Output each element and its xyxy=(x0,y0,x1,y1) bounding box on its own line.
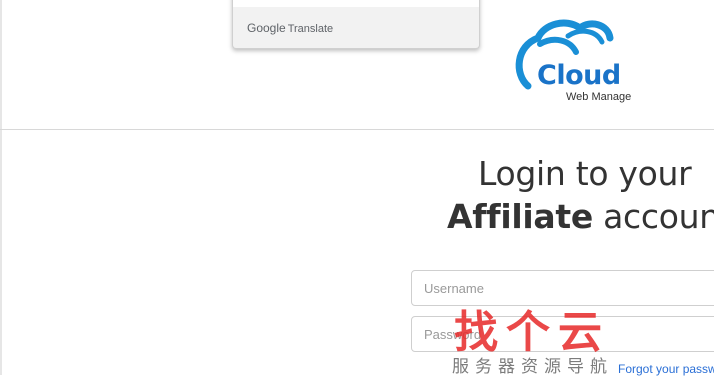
login-title-line1: Login to your xyxy=(478,154,692,193)
google-translate-popup: Google Translate xyxy=(232,0,480,49)
popup-top-band xyxy=(233,0,479,7)
forgot-password-link[interactable]: Forgot your password? xyxy=(618,362,714,376)
logo-subtitle: Web Manage xyxy=(566,91,632,103)
login-title-rest: account xyxy=(603,197,714,236)
logo-word: Cloud xyxy=(537,60,621,91)
header-divider xyxy=(0,129,714,130)
login-title-bold: Affiliate xyxy=(447,197,593,236)
watermark-sub-text: 服务器资源导航 xyxy=(452,357,613,377)
google-translate-brand[interactable]: Google Translate xyxy=(247,21,333,35)
login-title-line2: Affiliate account xyxy=(447,197,714,236)
watermark-main-text: 找个云 xyxy=(454,307,610,358)
page-left-edge xyxy=(0,0,2,375)
google-label: Google xyxy=(247,21,286,35)
translate-label: Translate xyxy=(287,23,334,35)
